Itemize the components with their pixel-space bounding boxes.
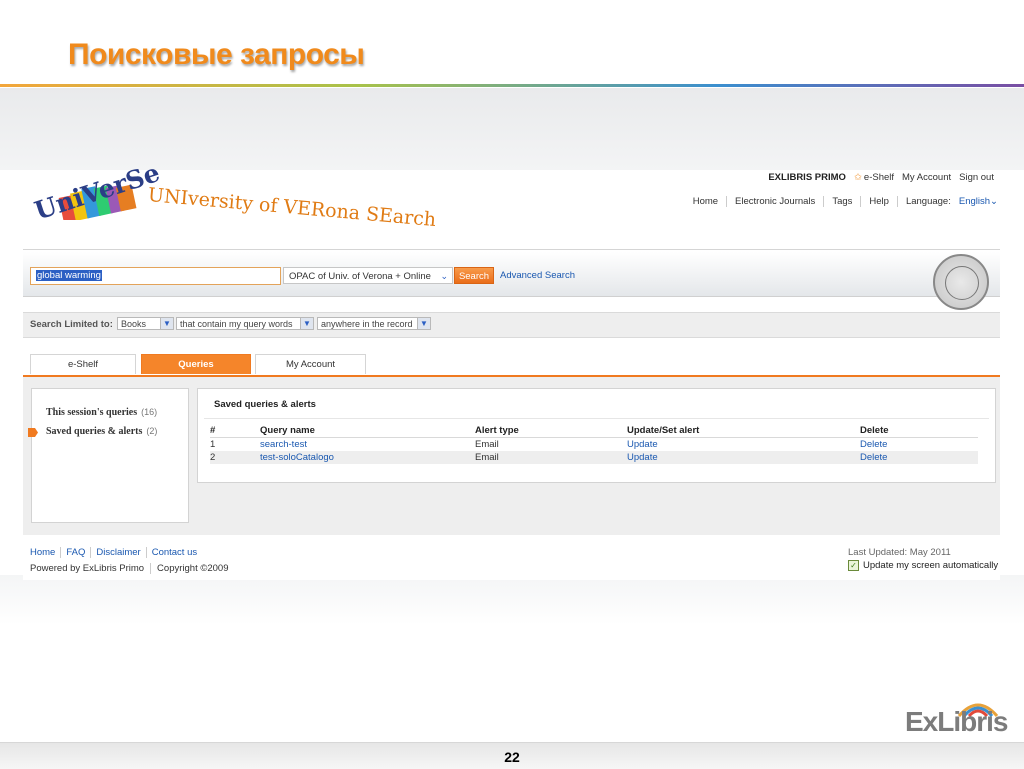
page-number: 22 — [504, 749, 520, 765]
search-scope-select[interactable]: OPAC of Univ. of Verona + Online ⌄ — [283, 267, 453, 284]
tab-my-account[interactable]: My Account — [255, 354, 366, 374]
chevron-down-icon: ▼ — [160, 318, 173, 329]
sidebar-item-saved-queries[interactable]: Saved queries & alerts (2) — [46, 426, 157, 437]
university-seal-icon — [933, 254, 989, 310]
slide-title: Поисковые запросы — [68, 38, 365, 71]
footer-faq-link[interactable]: FAQ — [61, 547, 92, 558]
tab-eshelf[interactable]: e-Shelf — [30, 354, 136, 374]
chevron-down-icon: ⌄ — [990, 196, 998, 207]
update-alert-link[interactable]: Update — [627, 452, 658, 463]
table-row: 2 test-soloCatalogo Email Update Delete — [210, 451, 978, 464]
nav-home[interactable]: Home — [685, 196, 728, 207]
copyright-text: Copyright ©2009 — [150, 563, 234, 574]
logo-main-text: UNIversity of VERona SEarch — [147, 184, 437, 232]
queries-sidebar: This session's queries (16) Saved queries… — [28, 388, 189, 523]
account-tabs: e-Shelf Queries My Account — [23, 354, 1000, 377]
saved-queries-title: Saved queries & alerts — [214, 399, 316, 410]
chevron-down-icon: ▼ — [417, 318, 430, 329]
update-alert-link[interactable]: Update — [627, 439, 658, 450]
delete-link[interactable]: Delete — [860, 439, 887, 450]
search-bar: global warming OPAC of Univ. of Verona +… — [23, 252, 1000, 297]
my-account-link[interactable]: My Account — [902, 172, 951, 183]
footer-credits: Powered by ExLibris Primo Copyright ©200… — [30, 563, 234, 574]
table-header-row: # Query name Alert type Update/Set alert… — [210, 424, 978, 438]
delete-link[interactable]: Delete — [860, 452, 887, 463]
nav-help[interactable]: Help — [861, 196, 898, 207]
alert-type: Email — [475, 451, 627, 464]
eshelf-link[interactable]: ✩ e-Shelf — [854, 172, 894, 183]
column-header: Delete — [860, 424, 978, 438]
saved-queries-table: # Query name Alert type Update/Set alert… — [210, 424, 978, 464]
star-icon: ✩ — [853, 171, 862, 183]
last-updated-text: Last Updated: May 2011 — [848, 547, 951, 558]
universe-logo[interactable]: UniVerSe UNIversity of VERona SEarch — [31, 158, 446, 248]
footer-links: Home FAQ Disclaimer Contact us — [30, 547, 202, 558]
selected-arrow-icon — [28, 428, 38, 437]
footer-disclaimer-link[interactable]: Disclaimer — [91, 547, 147, 558]
language-select[interactable]: English⌄ — [959, 196, 1000, 207]
footer-home-link[interactable]: Home — [30, 547, 62, 558]
chevron-down-icon: ▼ — [300, 318, 313, 329]
panel-divider — [204, 418, 989, 419]
column-header: # — [210, 424, 260, 438]
powered-by-text: Powered by ExLibris Primo — [30, 563, 145, 574]
advanced-search-link[interactable]: Advanced Search — [500, 270, 575, 281]
alert-type: Email — [475, 439, 499, 450]
table-row: 1 search-test Email Update Delete — [210, 438, 978, 452]
search-button[interactable]: Search — [454, 267, 494, 284]
search-limits-bar: Search Limited to: Books ▼ that contain m… — [23, 312, 1000, 338]
header-divider — [23, 249, 1000, 250]
limit-type-select[interactable]: Books ▼ — [117, 317, 174, 330]
row-number: 1 — [210, 439, 216, 450]
saved-queries-panel: Saved queries & alerts # Query name Aler… — [197, 388, 996, 483]
sidebar-item-session-queries[interactable]: This session's queries (16) — [46, 407, 157, 418]
nav-electronic-journals[interactable]: Electronic Journals — [727, 196, 825, 207]
queries-content: This session's queries (16) Saved queries… — [23, 377, 1000, 535]
query-name-link[interactable]: search-test — [260, 439, 307, 450]
top-utility-bar: EXLIBRIS PRIMO ✩ e-Shelf My Account Sign … — [768, 170, 994, 184]
column-header: Query name — [260, 424, 475, 438]
limit-field-select[interactable]: anywhere in the record ▼ — [317, 317, 431, 330]
footer-contact-link[interactable]: Contact us — [147, 547, 202, 558]
limit-match-select[interactable]: that contain my query words ▼ — [176, 317, 314, 330]
title-divider — [0, 84, 1024, 87]
column-header: Update/Set alert — [627, 424, 860, 438]
language-label: Language: — [905, 196, 951, 207]
column-header: Alert type — [475, 424, 627, 438]
limits-label: Search Limited to: — [30, 319, 113, 330]
nav-tags[interactable]: Tags — [824, 196, 862, 207]
auto-update-label: Update my screen automatically — [863, 560, 999, 571]
chevron-down-icon: ⌄ — [440, 271, 448, 281]
checkmark-icon: ✓ — [848, 560, 859, 571]
brand-text: ExLibris — [905, 706, 1008, 737]
sign-out-link[interactable]: Sign out — [959, 172, 994, 183]
search-input[interactable]: global warming — [30, 267, 281, 285]
row-number: 2 — [210, 451, 260, 464]
auto-update-checkbox[interactable]: ✓ Update my screen automatically — [848, 560, 998, 571]
exlibris-logo: ExLibris — [905, 700, 1015, 740]
tab-queries[interactable]: Queries — [141, 354, 251, 374]
primo-screenshot: EXLIBRIS PRIMO ✩ e-Shelf My Account Sign … — [23, 158, 1000, 580]
slide-background-fade — [0, 575, 1024, 625]
query-name-link[interactable]: test-soloCatalogo — [260, 452, 334, 463]
search-input-value: global warming — [36, 270, 102, 281]
main-nav: Home Electronic Journals Tags Help Langu… — [685, 196, 1000, 207]
product-name: EXLIBRIS PRIMO — [768, 171, 846, 183]
